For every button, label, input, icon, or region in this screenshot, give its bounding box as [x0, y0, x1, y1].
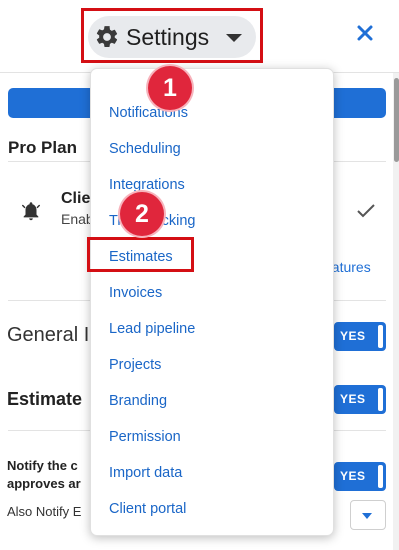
menu-item-client-portal[interactable]: Client portal — [109, 501, 186, 517]
estimates-highlight-box — [87, 237, 194, 272]
notify-setting-label: Notify the c approves ar — [7, 457, 91, 493]
client-notification-title: Clie — [61, 190, 91, 207]
estimate-toggle[interactable]: YES — [334, 385, 386, 414]
menu-item-projects[interactable]: Projects — [109, 357, 161, 373]
bell-icon — [22, 202, 40, 221]
menu-item-permission[interactable]: Permission — [109, 429, 181, 445]
checkmark-icon — [357, 204, 375, 218]
notify-label-line: Notify the c — [7, 458, 78, 473]
toggle-knob — [378, 465, 383, 488]
menu-item-scheduling[interactable]: Scheduling — [109, 141, 181, 157]
settings-dropdown-menu: Notifications Scheduling Integrations Ti… — [90, 68, 334, 536]
step-badge-2: 2 — [120, 192, 164, 236]
scrollbar-thumb[interactable] — [394, 78, 399, 162]
title-highlight-box — [81, 8, 263, 63]
step-badge-1: 1 — [148, 66, 192, 110]
also-notify-label: Also Notify E — [7, 504, 82, 519]
menu-item-invoices[interactable]: Invoices — [109, 285, 162, 301]
general-setting-label: General I — [7, 324, 90, 346]
toggle-knob — [378, 325, 383, 348]
notify-label-line: approves ar — [7, 476, 81, 491]
toggle-label: YES — [340, 392, 366, 406]
close-icon[interactable] — [356, 24, 374, 42]
general-toggle[interactable]: YES — [334, 322, 386, 351]
toggle-label: YES — [340, 329, 366, 343]
also-notify-select[interactable] — [350, 500, 386, 530]
menu-item-integrations[interactable]: Integrations — [109, 177, 185, 193]
toggle-label: YES — [340, 469, 366, 483]
estimate-setting-label: Estimate — [7, 389, 83, 409]
settings-header: Settings — [0, 0, 399, 73]
menu-item-branding[interactable]: Branding — [109, 393, 167, 409]
notify-toggle[interactable]: YES — [334, 462, 386, 491]
menu-item-lead-pipeline[interactable]: Lead pipeline — [109, 321, 195, 337]
menu-item-import-data[interactable]: Import data — [109, 465, 182, 481]
pro-plan-heading: Pro Plan — [8, 138, 77, 157]
chevron-down-icon — [362, 513, 372, 519]
toggle-knob — [378, 388, 383, 411]
client-notification-subtitle: Enab — [61, 211, 94, 227]
